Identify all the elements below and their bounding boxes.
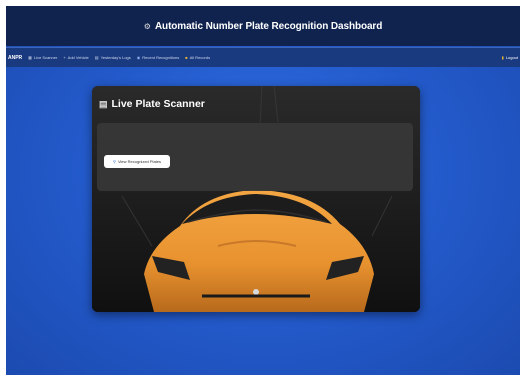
view-recognized-plates-label: View Recognized Plates [117, 159, 161, 164]
scanner-icon: ▦ [28, 55, 32, 60]
nav-item-label: Live Scanner [33, 55, 58, 60]
camera-feed [92, 86, 420, 312]
logout-label: Logout [505, 55, 518, 60]
video-icon: ▤ [99, 98, 108, 109]
nav-item-add-vehicle[interactable]: + Add Vehicle [63, 55, 88, 60]
nav-brand[interactable]: ANPR [8, 55, 22, 61]
logout-icon: ▮ [501, 55, 504, 60]
nav-item-label: Yesterday's Logs [100, 55, 131, 60]
header-bar: ⚙ Automatic Number Plate Recognition Das… [6, 6, 520, 46]
nav-item-label: Recent Recognitions [142, 55, 180, 60]
dashboard-window: ⚙ Automatic Number Plate Recognition Das… [6, 6, 520, 375]
scanner-title-text: Live Plate Scanner [111, 98, 205, 110]
plus-icon: + [63, 55, 66, 60]
nav-item-recent-recognitions[interactable]: ◉ Recent Recognitions [137, 55, 179, 60]
nav-item-label: Add Vehicle [67, 55, 89, 60]
gear-icon: ⚙ [143, 21, 151, 31]
view-recognized-plates-button[interactable]: ⚲ View Recognized Plates [104, 155, 170, 168]
nav-item-label: All Records [189, 55, 211, 60]
navbar: ANPR ▦ Live Scanner + Add Vehicle ▤ Yest… [6, 47, 520, 67]
car-badge [253, 289, 259, 295]
nav-item-live-scanner[interactable]: ▦ Live Scanner [28, 55, 57, 60]
logout-link[interactable]: ▮ Logout [502, 55, 518, 60]
nav-item-all-records[interactable]: ■ All Records [185, 55, 210, 60]
page-title: Automatic Number Plate Recognition Dashb… [154, 20, 383, 32]
scanner-panel: ⚲ View Recognized Plates [97, 123, 413, 191]
scanner-title: ▤ Live Plate Scanner [99, 98, 205, 110]
nav-item-yesterdays-logs[interactable]: ▤ Yesterday's Logs [95, 55, 131, 60]
magnifier-icon: ⚲ [113, 159, 116, 164]
calendar-icon: ▤ [94, 55, 99, 60]
live-scanner-card: ▤ Live Plate Scanner ⚲ View Recognized P… [92, 86, 420, 312]
clock-icon: ◉ [136, 55, 141, 60]
folder-icon: ■ [185, 55, 188, 60]
